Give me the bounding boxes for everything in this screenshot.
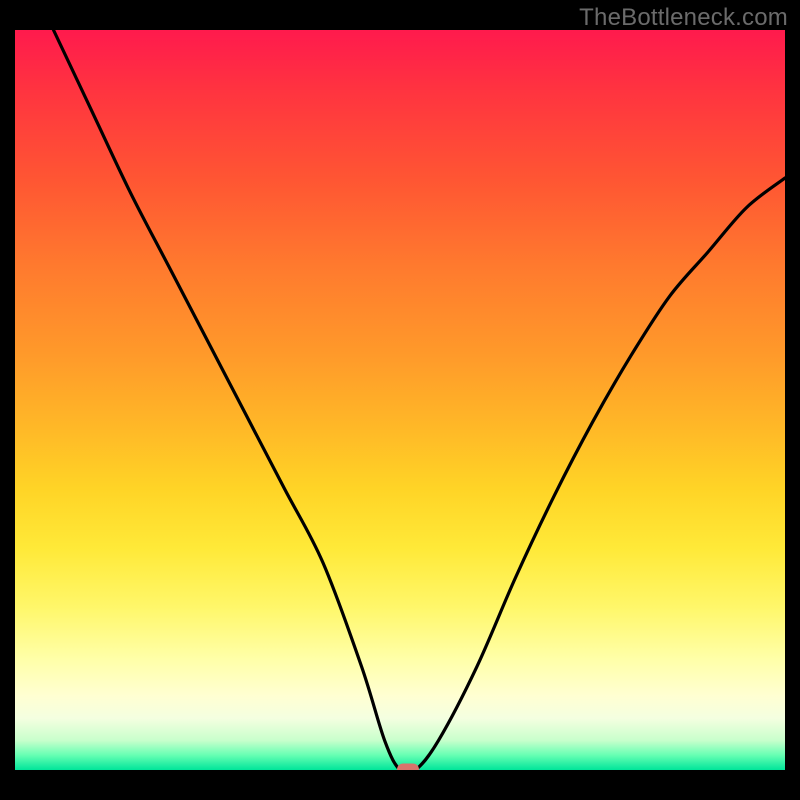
watermark-text: TheBottleneck.com — [579, 4, 788, 32]
bottom-border — [15, 770, 785, 785]
bottleneck-curve — [15, 30, 785, 770]
plot-area — [15, 30, 785, 770]
curve-path — [54, 30, 786, 774]
chart-frame: TheBottleneck.com — [0, 0, 800, 800]
